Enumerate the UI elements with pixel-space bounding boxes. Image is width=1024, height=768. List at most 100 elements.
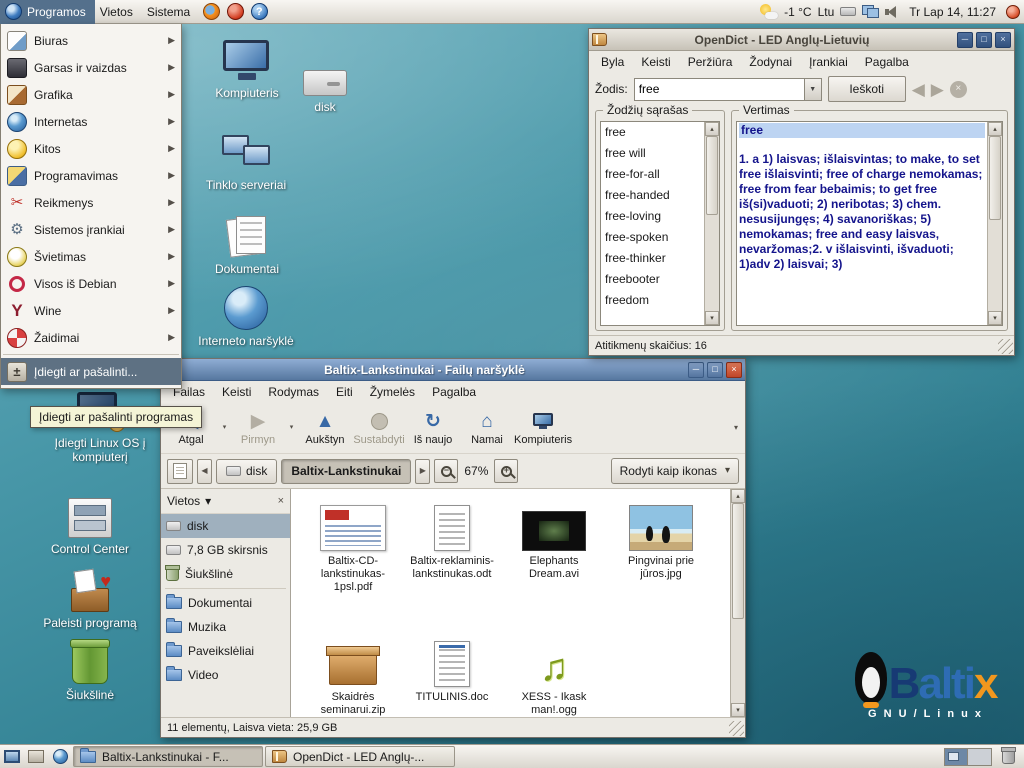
sidebar-item-pictures[interactable]: Paveikslėliai xyxy=(161,639,290,663)
menu-item-office[interactable]: Biuras xyxy=(1,27,181,54)
opendict-titlebar[interactable]: OpenDict - LED Anglų-Lietuvių xyxy=(589,29,1014,51)
sidebar-item-video[interactable]: Video xyxy=(161,663,290,687)
zoom-in-button[interactable]: + xyxy=(494,459,518,483)
menu-item-accessories[interactable]: Reikmenys xyxy=(1,189,181,216)
combo-dropdown-icon[interactable] xyxy=(804,79,821,100)
path-scroll-right-button[interactable] xyxy=(415,459,430,484)
word-list-item[interactable]: freebooter xyxy=(601,269,704,290)
minimize-button[interactable] xyxy=(957,32,973,48)
menu-item-audio-video[interactable]: Garsas ir vaizdas xyxy=(1,54,181,81)
toolbar-overflow-icon[interactable] xyxy=(730,424,742,432)
menu-edit[interactable]: Keisti xyxy=(214,383,259,401)
menu-item-wine[interactable]: Y Wine xyxy=(1,297,181,324)
menu-go[interactable]: Eiti xyxy=(328,383,361,401)
desktop-icon-documents[interactable]: Dokumentai xyxy=(203,212,291,276)
menu-view[interactable]: Peržiūra xyxy=(680,53,741,71)
path-scroll-left-button[interactable] xyxy=(197,459,212,484)
desktop-icon-trash[interactable]: Šiukšlinė xyxy=(42,638,138,702)
resize-grip[interactable] xyxy=(729,721,744,736)
weather-icon[interactable] xyxy=(760,4,778,20)
sidebar-close-icon[interactable] xyxy=(278,496,284,507)
location-text-toggle-button[interactable] xyxy=(167,459,193,484)
workspace-switcher[interactable] xyxy=(944,748,992,766)
history-back-icon[interactable] xyxy=(912,81,925,98)
workspace-1[interactable] xyxy=(945,749,968,765)
maximize-button[interactable] xyxy=(976,32,992,48)
resize-grip[interactable] xyxy=(998,339,1013,354)
maximize-button[interactable] xyxy=(707,362,723,378)
computer-button[interactable]: Kompiuteris xyxy=(514,404,572,452)
file-item-zip[interactable]: Skaidrės seminarui.zip xyxy=(305,635,401,717)
path-button-current[interactable]: Baltix-Lankstinukai xyxy=(281,459,411,484)
sidebar-item-trash[interactable]: Šiukšlinė xyxy=(161,562,290,586)
desktop-icon-control-center[interactable]: Control Center xyxy=(40,492,140,556)
web-launcher[interactable] xyxy=(50,747,70,767)
scroll-up-icon[interactable] xyxy=(988,122,1002,136)
keyboard-layout-indicator[interactable]: Ltu xyxy=(818,5,835,19)
menu-item-development[interactable]: Programavimas xyxy=(1,162,181,189)
menu-item-graphics[interactable]: Grafika xyxy=(1,81,181,108)
forward-button[interactable]: Pirmyn xyxy=(231,404,285,452)
menu-item-debian[interactable]: Visos iš Debian xyxy=(1,270,181,297)
zoom-out-button[interactable]: − xyxy=(434,459,458,483)
search-button[interactable]: Ieškoti xyxy=(828,76,906,102)
menu-help[interactable]: Pagalba xyxy=(424,383,484,401)
sidebar-item-documents[interactable]: Dokumentai xyxy=(161,591,290,615)
translation-text[interactable]: free 1. a 1) laisvas; išlaisvintas; to m… xyxy=(737,122,987,325)
desktop-icon-computer[interactable]: Kompiuteris xyxy=(205,36,289,100)
menu-item-other[interactable]: Kitos xyxy=(1,135,181,162)
menu-item-education[interactable]: Švietimas xyxy=(1,243,181,270)
menu-bookmarks[interactable]: Žymelės xyxy=(362,383,423,401)
home-button[interactable]: Namai xyxy=(460,404,514,452)
minimize-button[interactable] xyxy=(688,362,704,378)
menu-item-games[interactable]: Žaidimai xyxy=(1,324,181,351)
places-menu-button[interactable]: Vietos xyxy=(95,0,142,24)
file-item-jpg[interactable]: Pingvinai prie jūros.jpg xyxy=(609,499,713,581)
scroll-up-icon[interactable] xyxy=(731,489,745,503)
word-list-item[interactable]: free-thinker xyxy=(601,248,704,269)
scroll-down-icon[interactable] xyxy=(731,703,745,717)
sidebar-item-disk[interactable]: disk xyxy=(161,514,290,538)
reload-button[interactable]: Iš naujo xyxy=(406,404,460,452)
sidebar-view-dropdown[interactable]: Vietos xyxy=(167,494,273,508)
desktop-icon-disk[interactable]: disk xyxy=(293,50,357,114)
task-button-opendict[interactable]: OpenDict - LED Anglų-... xyxy=(265,746,455,767)
word-list-item[interactable]: freedom xyxy=(601,290,704,311)
menu-item-add-remove[interactable]: ± Įdiegti ar pašalinti... xyxy=(1,358,181,385)
word-list-item[interactable]: free will xyxy=(601,143,704,164)
trash-applet[interactable] xyxy=(998,747,1018,767)
file-list-area[interactable]: Baltix-CD-lankstinukas-1psl.pdf Baltix-r… xyxy=(291,489,730,717)
stop-button[interactable]: Sustabdyti xyxy=(352,404,406,452)
word-list-item[interactable]: free-loving xyxy=(601,206,704,227)
file-item-odt[interactable]: Baltix-reklaminis-lankstinukas.odt xyxy=(407,499,497,581)
sidebar-item-music[interactable]: Muzika xyxy=(161,615,290,639)
scroll-down-icon[interactable] xyxy=(705,311,719,325)
system-menu-button[interactable]: Sistema xyxy=(142,0,199,24)
drawer-launcher[interactable] xyxy=(26,747,46,767)
word-list-item[interactable]: free-for-all xyxy=(601,164,704,185)
menu-item-internet[interactable]: Internetas xyxy=(1,108,181,135)
view-mode-dropdown[interactable]: Rodyti kaip ikonas xyxy=(611,458,739,484)
menu-help[interactable]: Pagalba xyxy=(857,53,917,71)
desktop-icon-network-servers[interactable]: Tinklo serveriai xyxy=(198,128,294,192)
history-forward-icon[interactable] xyxy=(931,81,944,98)
menu-item-system-tools[interactable]: Sistemos įrankiai xyxy=(1,216,181,243)
word-list[interactable]: free free will free-for-all free-handed … xyxy=(601,122,704,325)
word-combobox[interactable] xyxy=(634,78,822,101)
show-desktop-button[interactable] xyxy=(2,747,22,767)
forward-history-dropdown[interactable] xyxy=(285,405,298,451)
file-item-avi[interactable]: Elephants Dream.avi xyxy=(503,499,605,581)
battery-icon[interactable] xyxy=(840,7,856,16)
translation-scrollbar[interactable] xyxy=(987,122,1002,325)
applications-menu-button[interactable]: Programos xyxy=(0,0,95,24)
stop-icon[interactable] xyxy=(950,81,967,98)
desktop-icon-run-program[interactable]: Paleisti programą xyxy=(38,566,142,630)
word-list-item[interactable]: free-handed xyxy=(601,185,704,206)
file-item-doc[interactable]: TITULINIS.doc xyxy=(407,635,497,704)
workspace-2[interactable] xyxy=(968,749,991,765)
task-button-file-manager[interactable]: Baltix-Lankstinukai - F... xyxy=(73,746,263,767)
scroll-up-icon[interactable] xyxy=(705,122,719,136)
help-launcher[interactable]: ? xyxy=(249,2,269,22)
menu-edit[interactable]: Keisti xyxy=(633,53,678,71)
menu-file[interactable]: Byla xyxy=(593,53,632,71)
